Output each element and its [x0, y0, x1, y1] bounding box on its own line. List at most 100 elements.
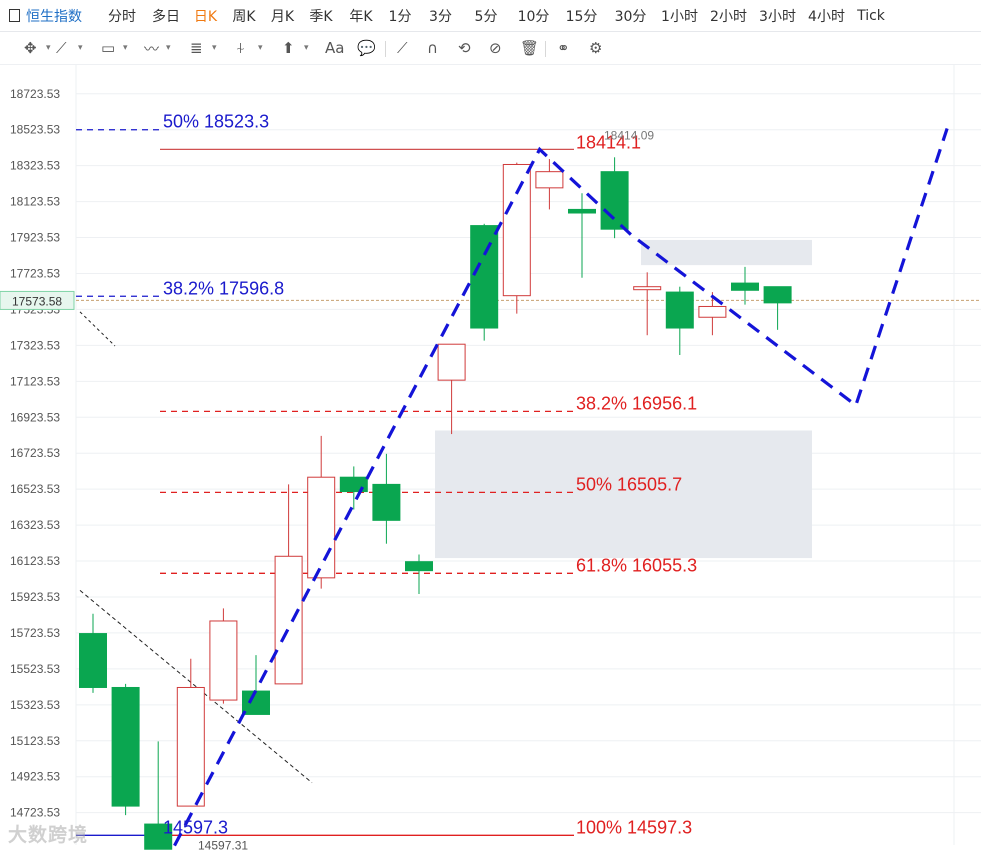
y-tick-label: 16523.53: [10, 482, 60, 496]
y-tick-label: 15123.53: [10, 734, 60, 748]
candle-body[interactable]: [79, 633, 107, 688]
dropdown-caret-icon[interactable]: ▾: [76, 32, 83, 64]
y-tick-label: 15323.53: [10, 698, 60, 712]
eye-off-icon[interactable]: ⊘: [489, 32, 502, 64]
y-tick-label: 16723.53: [10, 446, 60, 460]
candle-body[interactable]: [502, 163, 531, 297]
tabs-container: 恒生指数 分时 多日 日K 周K 月K 季K 年K 1分 3分 5分 10分 15分 30分 1小时 2小时 3…: [26, 6, 891, 26]
rect-tool-icon[interactable]: ▭: [101, 32, 115, 64]
toolbar-divider: [385, 41, 386, 57]
y-tick-label: 16923.53: [10, 410, 60, 424]
magnet-icon[interactable]: ∩: [427, 32, 438, 64]
fib-level-label: 100% 14597.3: [576, 817, 692, 837]
tab-10[interactable]: 5分: [462, 6, 510, 26]
tab-16[interactable]: 3小时: [753, 6, 802, 26]
tab-9[interactable]: 3分: [419, 6, 462, 26]
path-tool-icon[interactable]: 〰: [144, 32, 159, 64]
fib-level-label: 50% 18523.3: [163, 112, 269, 132]
candle-body[interactable]: [470, 225, 499, 329]
tab-17[interactable]: 4小时: [802, 6, 851, 26]
y-tick-label: 17123.53: [10, 374, 60, 388]
tab-3[interactable]: 日K: [187, 6, 224, 26]
y-tick-label: 16123.53: [10, 554, 60, 568]
tab-15[interactable]: 2小时: [704, 6, 753, 26]
candle-body[interactable]: [600, 171, 629, 230]
candle-body[interactable]: [339, 476, 368, 493]
fib-level-label: 38.2% 17596.8: [163, 278, 284, 298]
y-tick-label: 18523.53: [10, 123, 60, 137]
low-label: 14597.3: [163, 817, 228, 837]
candle-body[interactable]: [209, 620, 238, 701]
candle-body[interactable]: [437, 343, 466, 381]
y-tick-label: 14923.53: [10, 770, 60, 784]
tab-2[interactable]: 多日: [145, 6, 187, 26]
link-icon[interactable]: ⚭: [557, 32, 570, 64]
text-tool-icon[interactable]: Aa: [325, 32, 344, 64]
candle-body[interactable]: [274, 555, 303, 685]
candle-body[interactable]: [698, 305, 727, 318]
tab-14[interactable]: 1小时: [655, 6, 704, 26]
fib-level-label: 61.8% 16055.3: [576, 555, 697, 575]
pen-icon[interactable]: ⟋: [397, 32, 408, 64]
arrow-tool-icon[interactable]: ⬆: [282, 32, 295, 64]
y-tick-label: 18123.53: [10, 195, 60, 209]
tab-4[interactable]: 周K: [224, 6, 264, 26]
candle-body[interactable]: [535, 171, 564, 189]
dropdown-caret-icon[interactable]: ▾: [44, 32, 51, 64]
candle-body[interactable]: [176, 686, 205, 807]
tab-8[interactable]: 1分: [381, 6, 419, 26]
candle-body[interactable]: [372, 483, 401, 521]
drawing-toolbar: ✥ ▾ ⟋ ▾ ▭ ▾ 〰 ▾ ≣ ▾ ⍭ ▾ ⬆ ▾ Aa 💬 ⟋ ∩ ⟲ ⊘ 🗑 ⚭ ⚙: [0, 32, 981, 65]
tab-0[interactable]: 恒生指数: [26, 6, 99, 26]
candle-body[interactable]: [731, 282, 759, 291]
y-tick-label: 18323.53: [10, 159, 60, 173]
low-axis-label: 14597.31: [198, 838, 248, 852]
y-tick-label: 14723.53: [10, 806, 60, 820]
y-tick-label: 16323.53: [10, 518, 60, 532]
candle-body[interactable]: [405, 561, 433, 572]
candle-body[interactable]: [242, 690, 270, 715]
interval-tab-bar: 恒生指数 分时 多日 日K 周K 月K 季K 年K 1分 3分 5分 10分 15分 30分 1小时 2小时 3…: [0, 0, 981, 32]
candle-body[interactable]: [307, 476, 336, 579]
tab-6[interactable]: 季K: [301, 6, 341, 26]
peak-axis-label: 18414.09: [604, 128, 654, 142]
fib-level-label: 38.2% 16956.1: [576, 393, 697, 413]
candle-body[interactable]: [111, 686, 140, 807]
y-tick-label: 17923.53: [10, 231, 60, 245]
y-tick-label: 17323.53: [10, 338, 60, 352]
measure-tool-icon[interactable]: ⍭: [236, 32, 245, 64]
trend-line: [79, 311, 116, 347]
line-tool-icon[interactable]: ⟋: [56, 32, 67, 64]
y-tick-label: 17723.53: [10, 266, 60, 280]
y-tick-label: 15723.53: [10, 626, 60, 640]
fib-tool-icon[interactable]: ≣: [190, 32, 203, 64]
tab-12[interactable]: 15分: [557, 6, 606, 26]
tab-5[interactable]: 月K: [264, 6, 301, 26]
sidebar-toggle-icon[interactable]: [9, 9, 20, 22]
candle-body[interactable]: [568, 208, 596, 214]
move-icon[interactable]: ✥: [24, 32, 37, 64]
candle-body[interactable]: [665, 291, 694, 329]
tab-18[interactable]: Tick: [851, 8, 891, 24]
y-tick-label: 18723.53: [10, 87, 60, 101]
dropdown-caret-icon[interactable]: ▾: [256, 32, 263, 64]
comment-tool-icon[interactable]: 💬: [357, 32, 376, 64]
fib-level-label: 50% 16505.7: [576, 474, 682, 494]
candlestick-chart[interactable]: 18723.53 18523.53 18323.53 18123.53 17923.53…: [0, 65, 981, 853]
tab-13[interactable]: 30分: [606, 6, 655, 26]
settings-icon[interactable]: ⚙: [589, 32, 602, 64]
candle-body[interactable]: [763, 286, 792, 304]
lock-icon[interactable]: ⟲: [458, 32, 471, 64]
tab-11[interactable]: 10分: [510, 6, 557, 26]
y-tick-label: 15923.53: [10, 590, 60, 604]
tab-1[interactable]: 分时: [99, 6, 145, 26]
dropdown-caret-icon[interactable]: ▾: [302, 32, 309, 64]
y-tick-label: 15523.53: [10, 662, 60, 676]
dropdown-caret-icon[interactable]: ▾: [164, 32, 171, 64]
tab-7[interactable]: 年K: [341, 6, 381, 26]
candle-body[interactable]: [633, 286, 662, 291]
dropdown-caret-icon[interactable]: ▾: [210, 32, 217, 64]
dropdown-caret-icon[interactable]: ▾: [121, 32, 128, 64]
trash-icon[interactable]: 🗑: [520, 32, 539, 64]
toolbar-divider: [545, 41, 546, 57]
